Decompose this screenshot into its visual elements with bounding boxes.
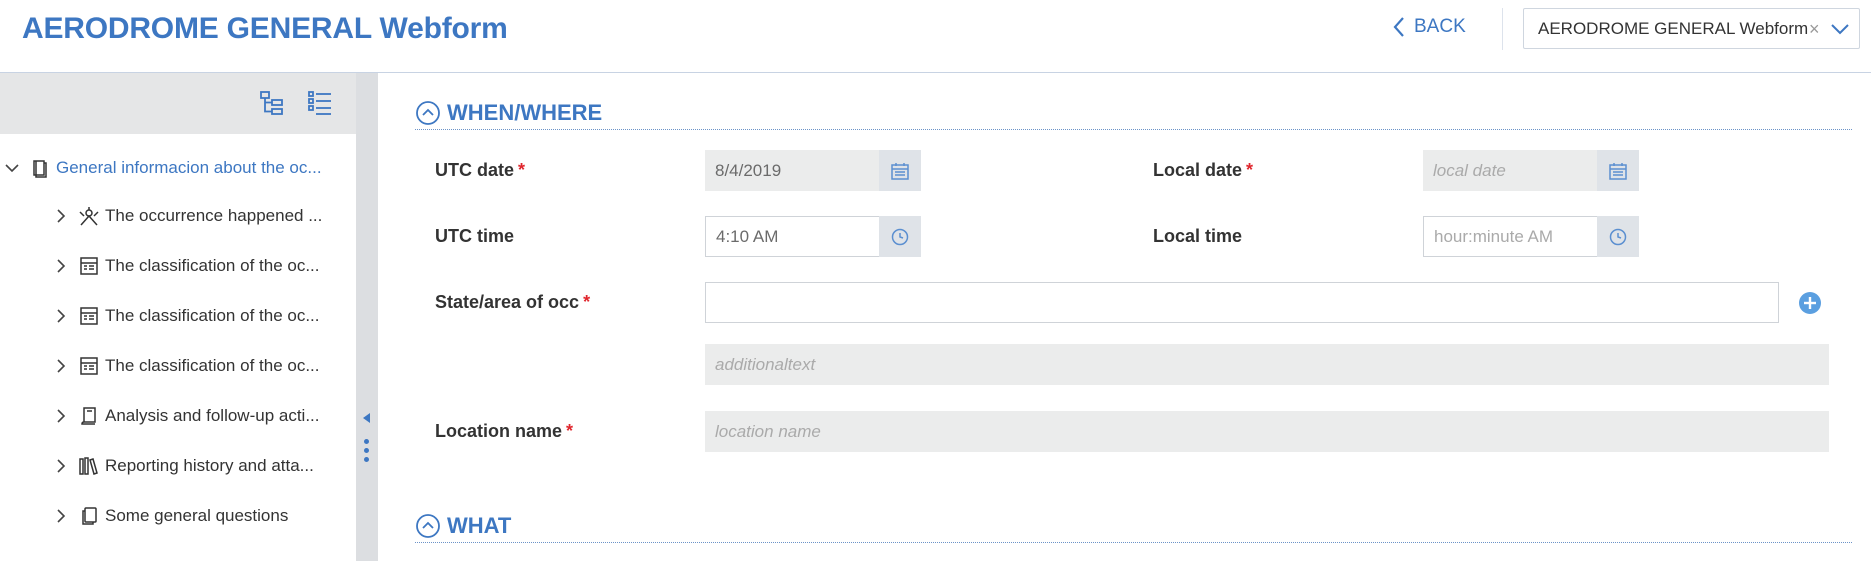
local-date-label: Local date * [1153,160,1254,180]
calendar-icon[interactable] [1597,150,1639,191]
tree-item[interactable]: The classification of the oc... [51,351,320,381]
sidebar-toolbar [0,73,356,134]
tree-item-label: Some general questions [105,506,289,525]
tree-item[interactable]: Some general questions [51,501,288,531]
tree-item[interactable]: The occurrence happened ... [51,201,322,231]
section-when-where: WHEN/WHERE [415,96,1852,130]
add-circle-icon[interactable] [1798,291,1822,315]
location-name-label: Location name * [435,421,574,441]
chevron-right-icon[interactable] [51,258,71,274]
book-icon [28,156,52,180]
tree-item[interactable]: The classification of the oc... [51,251,320,281]
app-header: AERODROME GENERAL Webform BACK AERODROME… [0,0,1871,73]
main-content: WHEN/WHERE UTC date * 8/4/2019 Local date… [378,73,1871,561]
chevron-up-circle-icon[interactable] [415,100,441,126]
form-icon [77,254,101,278]
clock-icon[interactable] [879,216,921,257]
state-area-label: State/area of occ * [435,292,591,312]
copy-icon [77,504,101,528]
chevron-right-icon[interactable] [51,208,71,224]
utc-time-input[interactable]: 4:10 AM [705,216,921,257]
tree-item-label: General informacion about the oc... [56,158,322,177]
tree-item-label: The classification of the oc... [105,356,320,375]
back-label: BACK [1414,16,1466,37]
local-date-input[interactable]: local date [1423,150,1639,191]
chevron-right-icon[interactable] [51,408,71,424]
drag-handle-icon[interactable] [364,439,369,466]
tree-item[interactable]: The classification of the oc... [51,301,320,331]
back-button[interactable]: BACK [1392,16,1466,38]
local-time-label: Local time [1153,226,1243,246]
utc-date-input[interactable]: 8/4/2019 [705,150,921,191]
form-icon [77,304,101,328]
utc-time-label: UTC time [435,226,515,246]
section-title: WHEN/WHERE [447,99,603,125]
chevron-right-icon[interactable] [51,458,71,474]
sidebar: General informacion about the oc... The … [0,73,356,561]
form-select-value: AERODROME GENERAL Webform [1538,18,1808,38]
form-select[interactable]: AERODROME GENERAL Webform × [1523,8,1860,49]
chevron-up-circle-icon[interactable] [415,513,441,539]
book-open-icon [77,404,101,428]
section-title: WHAT [447,512,512,538]
page-title: AERODROME GENERAL Webform [22,12,508,45]
tree-item-label: The classification of the oc... [105,256,320,275]
location-name-input[interactable]: location name [705,411,1829,452]
library-icon [77,454,101,478]
tree-item-label: The classification of the oc... [105,306,320,325]
additional-text-input[interactable]: additionaltext [705,344,1829,385]
sidebar-splitter[interactable] [356,73,378,561]
clear-icon[interactable]: × [1809,19,1820,40]
local-time-input[interactable]: hour:minute AM [1423,216,1639,257]
tree-item-label: The occurrence happened ... [105,206,323,225]
collapse-arrow-icon[interactable] [363,413,370,423]
tree-item[interactable]: Reporting history and atta... [51,451,314,481]
chevron-right-icon[interactable] [51,358,71,374]
state-area-input[interactable] [705,282,1779,323]
form-icon [77,354,101,378]
chevron-down-icon[interactable] [1830,21,1850,41]
network-person-icon [77,204,101,228]
tree-view-icon[interactable] [258,89,286,117]
section-what: WHAT [415,509,1852,543]
tree-item[interactable]: Analysis and follow-up acti... [51,401,320,431]
tree-root-item[interactable]: General informacion about the oc... [2,153,322,183]
tree-item-label: Reporting history and atta... [105,456,314,475]
chevron-right-icon[interactable] [51,308,71,324]
calendar-icon[interactable] [879,150,921,191]
tree-item-label: Analysis and follow-up acti... [105,406,320,425]
list-view-icon[interactable] [306,89,334,117]
clock-icon[interactable] [1597,216,1639,257]
header-divider [1502,8,1503,50]
chevron-down-icon[interactable] [2,163,22,173]
chevron-right-icon[interactable] [51,508,71,524]
utc-date-label: UTC date * [435,160,526,180]
chevron-left-icon [1392,16,1406,38]
